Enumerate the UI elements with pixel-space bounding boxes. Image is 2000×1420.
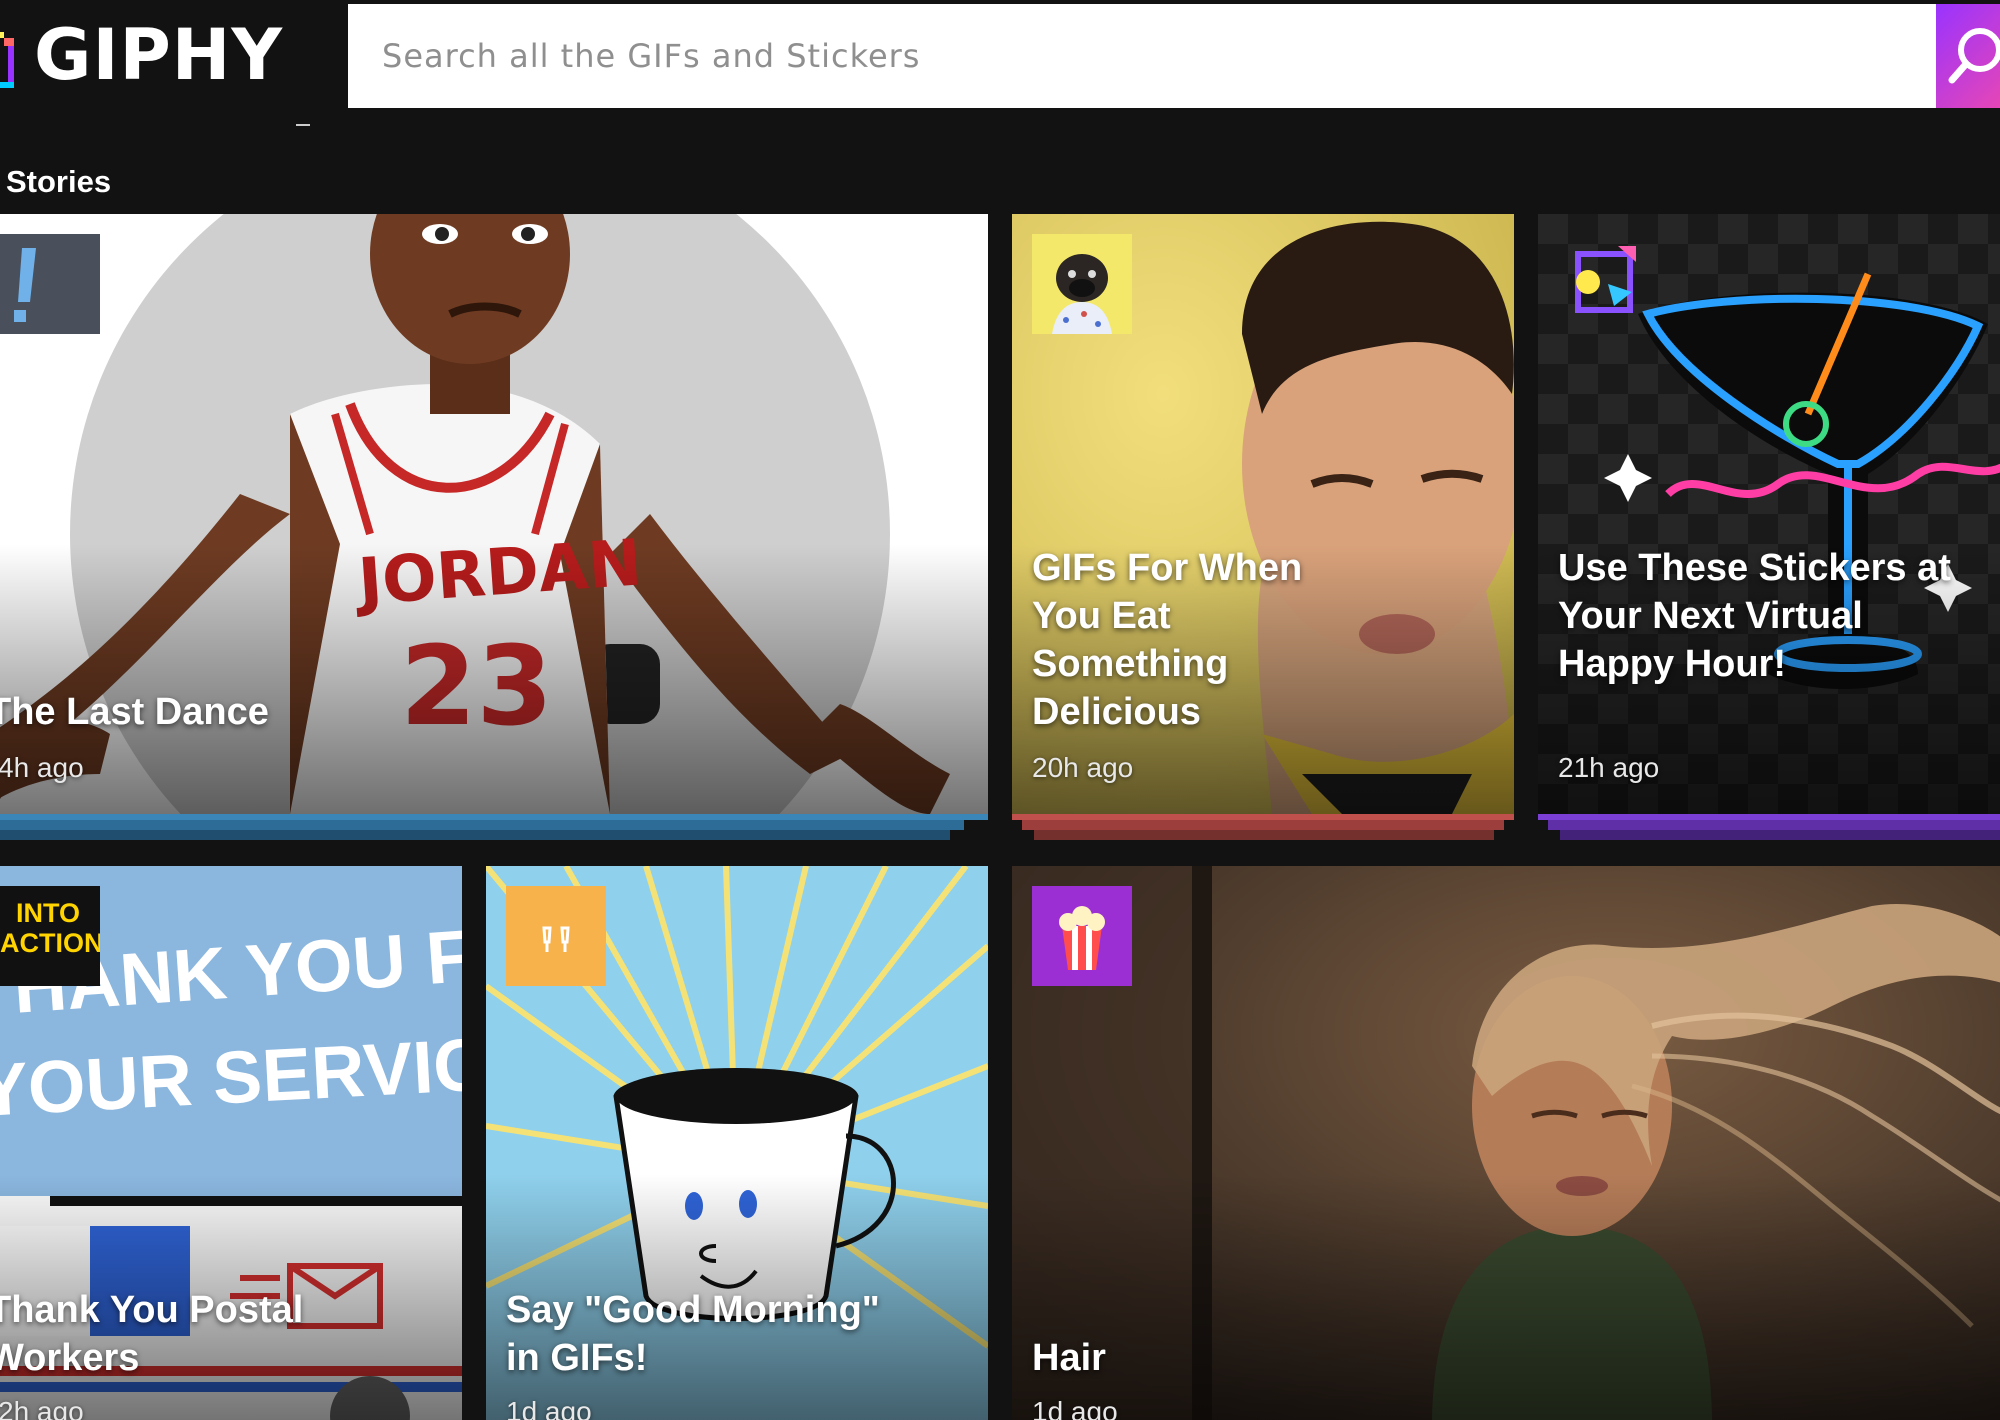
giphy-logo-mark-icon xyxy=(0,32,14,88)
story-card-hair[interactable]: Hair 1d ago xyxy=(1012,866,2000,1420)
card-time: 4h ago xyxy=(0,752,84,783)
card-time: 2h ago xyxy=(0,1396,84,1420)
card-shade xyxy=(1012,1174,2000,1420)
card-title: Say "Good Morning" in GIFs! xyxy=(506,1289,880,1379)
card-title: Thank You Postal Workers xyxy=(0,1289,304,1379)
card-stack-bar xyxy=(0,820,964,830)
story-card-postal-workers[interactable]: THANK YOU FOR YOUR SERVICE INTO ACTION T… xyxy=(0,866,462,1420)
shapes-avatar-icon xyxy=(1558,234,1658,334)
card-stack-bar xyxy=(1560,830,2000,840)
card-time: 1d ago xyxy=(506,1396,592,1420)
into-action-avatar: INTO ACTION xyxy=(0,886,100,986)
search-icon xyxy=(1948,28,2000,84)
exclamation-avatar-icon xyxy=(0,234,100,334)
card-stack-bar xyxy=(1548,820,2000,830)
card-title: Use These Stickers at Your Next Virtual … xyxy=(1558,547,1951,685)
card-time: 21h ago xyxy=(1558,752,1660,783)
card-title: Hair xyxy=(1032,1337,1106,1379)
pug-avatar-icon xyxy=(1032,234,1132,334)
card-time: 20h ago xyxy=(1032,752,1134,783)
story-card-last-dance[interactable]: JORDAN 23 The Last Dance 4h ago xyxy=(0,214,988,814)
story-card-eat-something-delicious[interactable]: GIFs For When You Eat Something Deliciou… xyxy=(1012,214,1514,814)
card-title: The Last Dance xyxy=(0,691,269,733)
story-card-good-morning[interactable]: Say "Good Morning" in GIFs! 1d ago xyxy=(486,866,988,1420)
into-action-avatar-text: INTO ACTION xyxy=(0,898,100,958)
search-button[interactable] xyxy=(1936,4,2000,108)
search-input[interactable] xyxy=(348,4,1936,108)
logo-text: GIPHY xyxy=(34,14,284,96)
section-title: Stories xyxy=(6,164,112,199)
card-stack-bar xyxy=(0,830,950,840)
card-stack-bar xyxy=(1034,830,1494,840)
search-bar xyxy=(348,4,1936,108)
header-divider xyxy=(296,124,310,126)
card-shade xyxy=(0,544,988,814)
popcorn-avatar-icon xyxy=(1032,886,1132,986)
card-stack-bar xyxy=(1022,820,1504,830)
card-title: GIFs For When You Eat Something Deliciou… xyxy=(1032,547,1303,733)
story-card-virtual-happy-hour[interactable]: Use These Stickers at Your Next Virtual … xyxy=(1538,214,2000,814)
champagne-avatar-icon xyxy=(506,886,606,986)
giphy-logo[interactable]: GIPHY xyxy=(0,14,320,100)
card-time: 1d ago xyxy=(1032,1396,1118,1420)
